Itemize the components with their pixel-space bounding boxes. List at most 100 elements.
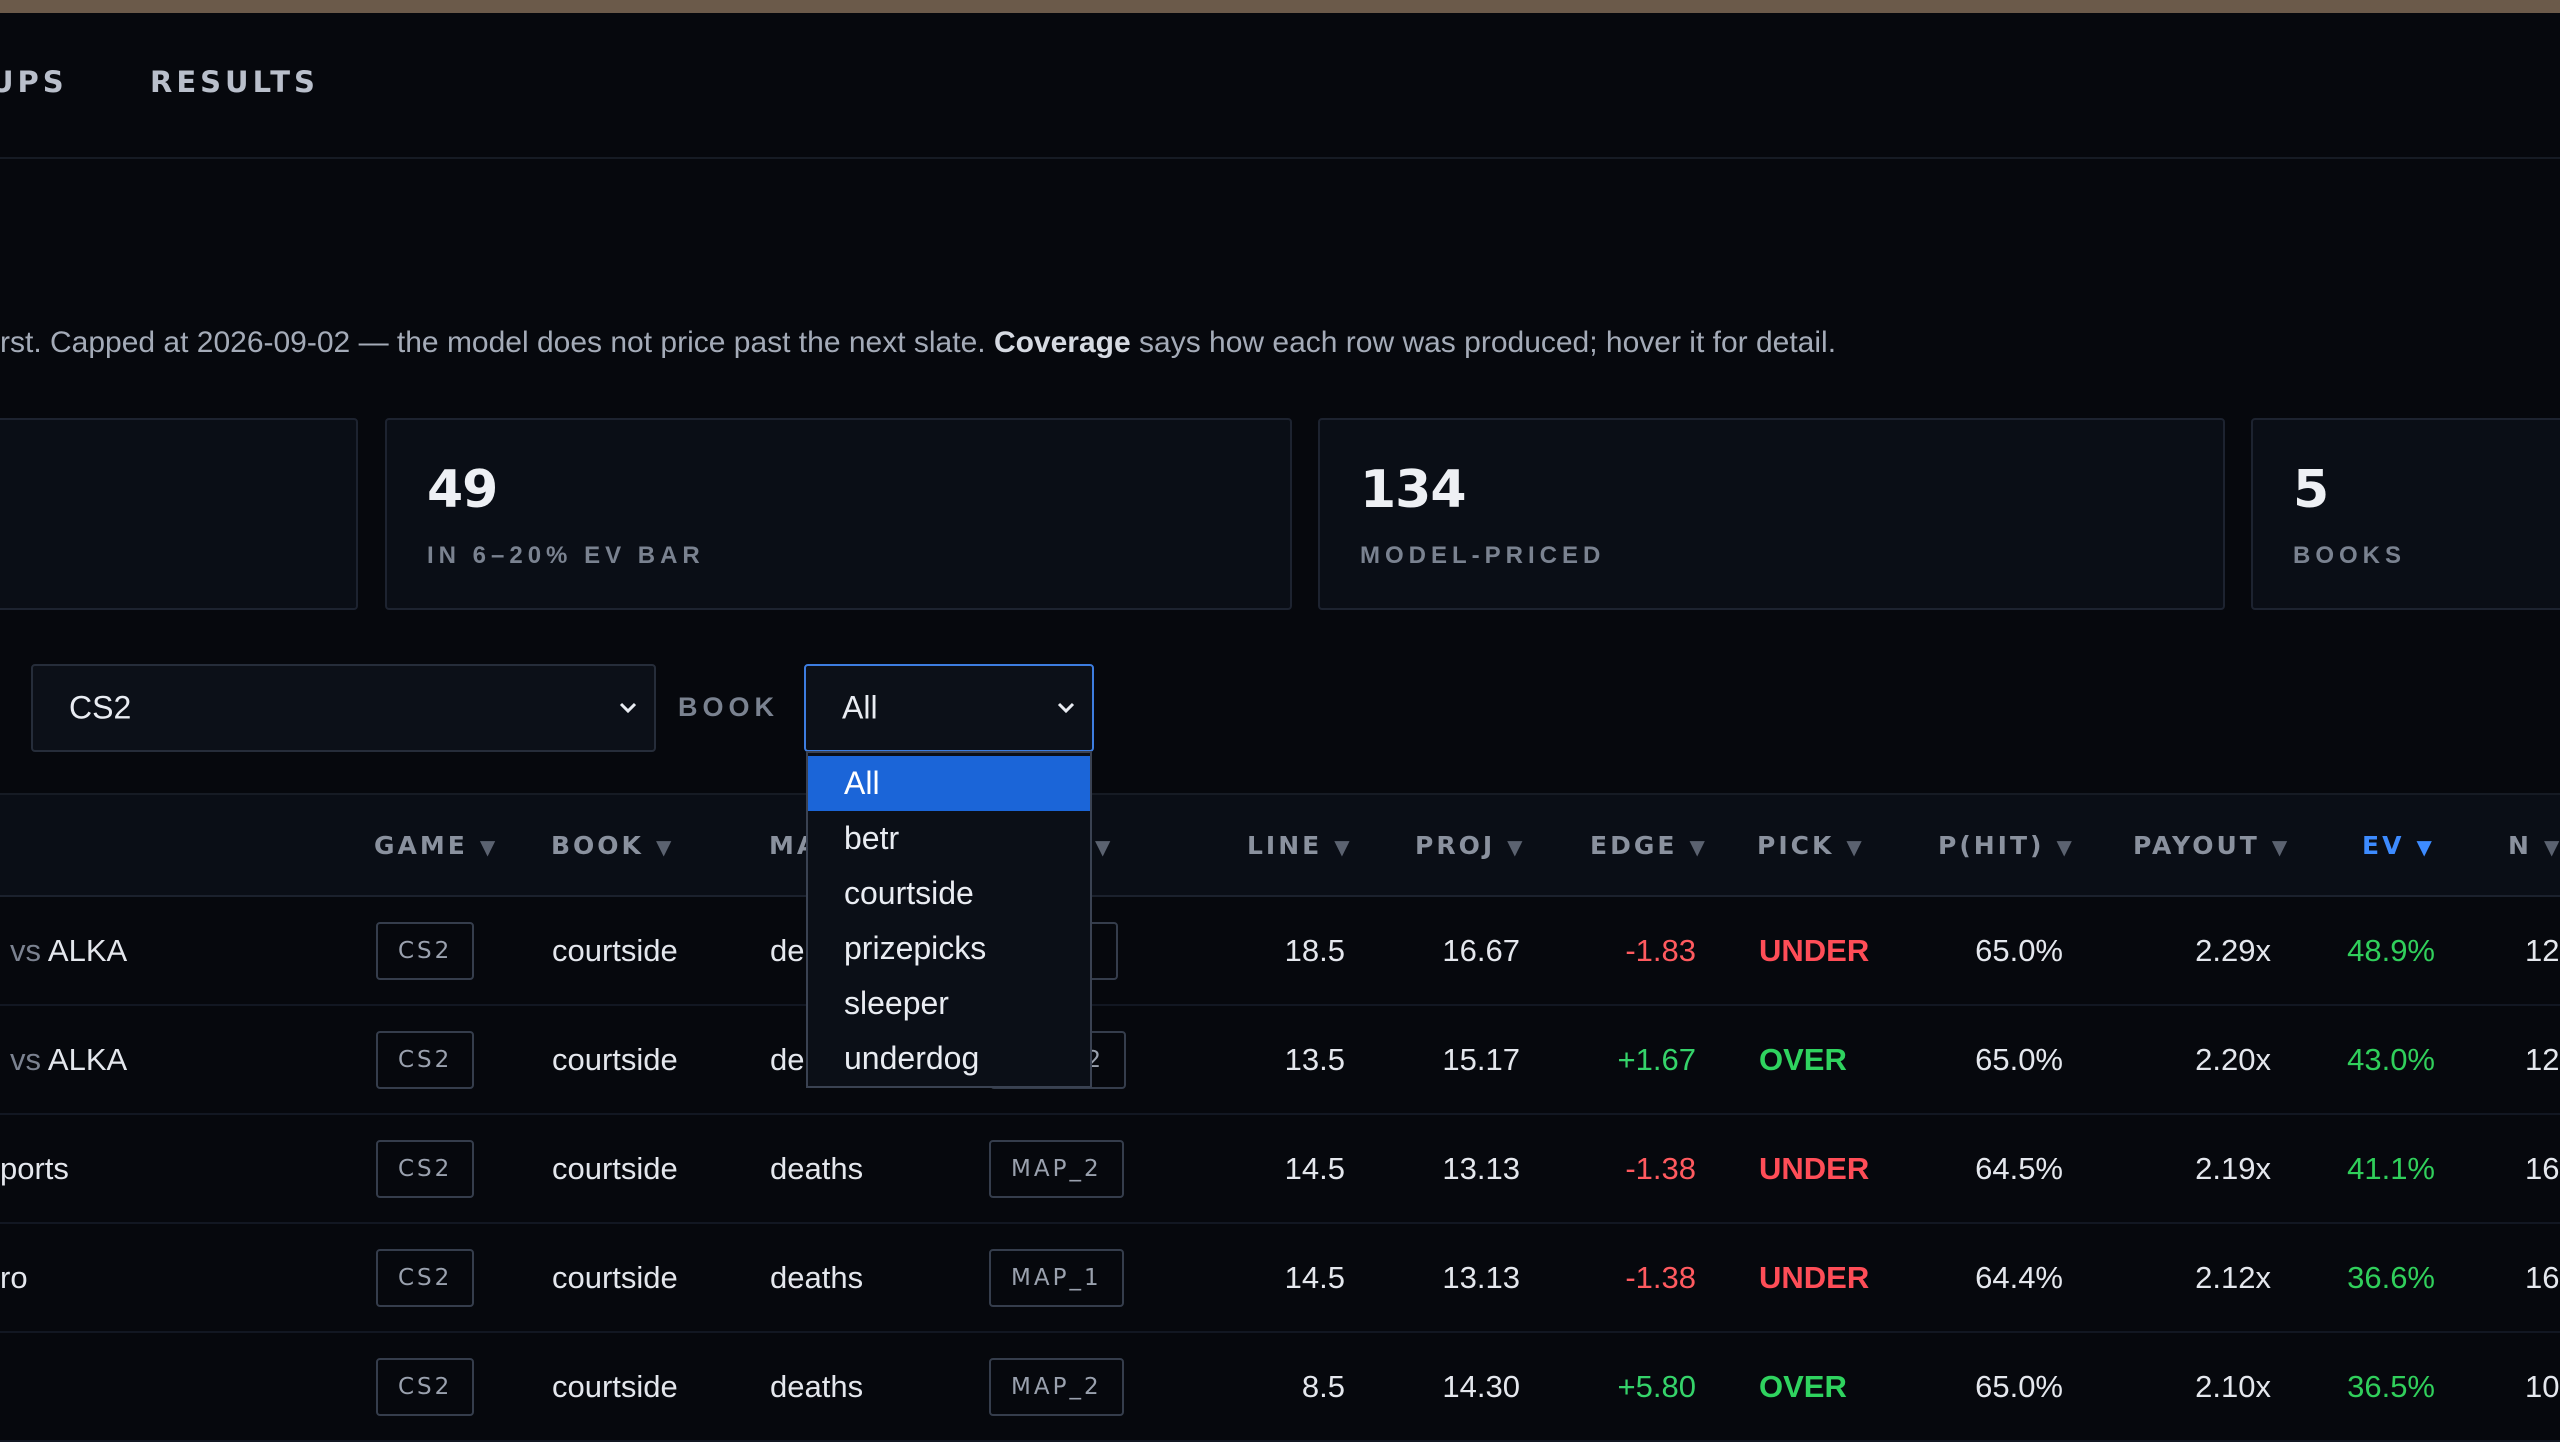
table-row[interactable]: ports CS2 courtside deaths MAP_2 14.5 13…	[0, 1115, 2560, 1224]
pick-cell: OVER	[1759, 1368, 1847, 1404]
window-top-strip	[0, 0, 2560, 13]
game-tag: CS2	[376, 1357, 475, 1416]
column-header-phit[interactable]: P(HIT) ▼	[1938, 831, 2072, 860]
proj-cell: 16.67	[1442, 932, 1520, 968]
proj-cell: 14.30	[1442, 1368, 1520, 1404]
intro-coverage-term: Coverage	[993, 326, 1131, 359]
pick-cell: OVER	[1759, 1041, 1847, 1077]
nav-item-results[interactable]: RESULTS	[150, 65, 319, 99]
pick-cell: UNDER	[1759, 932, 1870, 968]
pick-cell: UNDER	[1759, 1259, 1870, 1295]
sort-arrow-icon: ▼	[655, 835, 672, 859]
column-header-edge[interactable]: EDGE ▼	[1590, 831, 1705, 860]
sort-arrow-icon: ▼	[1334, 835, 1350, 859]
book-select[interactable]: All	[804, 664, 1094, 752]
ev-cell: 43.0%	[2347, 1041, 2435, 1077]
sort-arrow-icon: ▼	[2271, 835, 2288, 859]
table-row[interactable]: ro CS2 courtside deaths MAP_1 14.5 13.13…	[0, 1224, 2560, 1333]
book-filter-label: BOOK	[678, 692, 779, 722]
game-select-value: CS2	[69, 689, 132, 726]
scope-tag: MAP_2	[989, 1139, 1124, 1198]
book-option-underdog[interactable]: underdog	[808, 1031, 1090, 1086]
column-header-payout[interactable]: PAYOUT ▼	[2133, 831, 2287, 860]
column-header-game[interactable]: GAME ▼	[374, 831, 495, 860]
book-cell: courtside	[552, 932, 678, 968]
book-option-sleeper[interactable]: sleeper	[808, 976, 1090, 1031]
nav-item-partial[interactable]: UPS	[0, 65, 68, 99]
edge-cell: -1.38	[1625, 1150, 1696, 1186]
line-cell: 14.5	[1284, 1259, 1345, 1295]
match-cell: vs ALKA	[10, 932, 128, 968]
payout-cell: 2.12x	[2195, 1259, 2271, 1295]
pick-cell: UNDER	[1759, 1150, 1870, 1186]
edge-cell: +5.80	[1617, 1368, 1696, 1404]
market-cell: de	[770, 932, 805, 968]
n-cell: 16	[2525, 1259, 2560, 1295]
book-option-betr[interactable]: betr	[808, 811, 1090, 866]
game-tag: CS2	[376, 1248, 475, 1307]
n-cell: 12	[2525, 1041, 2560, 1077]
edge-cell: +1.67	[1617, 1041, 1696, 1077]
proj-cell: 13.13	[1442, 1259, 1520, 1295]
scope-tag: MAP_1	[989, 1248, 1124, 1307]
chevron-down-icon	[1057, 702, 1075, 714]
game-tag: CS2	[376, 1139, 475, 1198]
book-dropdown-list: All betr courtside prizepicks sleeper un…	[806, 751, 1092, 1088]
scope-tag: MAP_2	[989, 1357, 1124, 1416]
line-cell: 13.5	[1284, 1041, 1345, 1077]
book-option-courtside[interactable]: courtside	[808, 866, 1090, 921]
match-cell: ro	[0, 1259, 28, 1295]
top-nav: UPS RESULTS	[0, 13, 2560, 159]
phit-cell: 64.4%	[1975, 1259, 2063, 1295]
sort-arrow-icon: ▼	[479, 835, 496, 859]
table-row[interactable]: CS2 courtside deaths MAP_2 8.5 14.30 +5.…	[0, 1333, 2560, 1442]
column-header-ev[interactable]: EV ▼	[2362, 831, 2432, 860]
stat-value: 49	[427, 460, 498, 520]
ev-cell: 36.6%	[2347, 1259, 2435, 1295]
payout-cell: 2.20x	[2195, 1041, 2271, 1077]
stat-card-model-priced: 134 MODEL-PRICED	[1318, 418, 2225, 610]
column-header-proj[interactable]: PROJ ▼	[1415, 831, 1523, 860]
sort-arrow-icon: ▼	[2056, 835, 2072, 859]
ev-cell: 48.9%	[2347, 932, 2435, 968]
market-cell: deaths	[770, 1150, 864, 1186]
proj-cell: 13.13	[1442, 1150, 1520, 1186]
sort-arrow-icon: ▼	[1846, 835, 1862, 859]
sort-arrow-icon: ▼	[1095, 835, 1111, 859]
intro-text: rst. Capped at 2026-09-02 — the model do…	[0, 326, 1836, 360]
table-row[interactable]: vs ALKA CS2 courtside de 18.5 16.67 -1.8…	[0, 897, 2560, 1006]
ev-cell: 36.5%	[2347, 1368, 2435, 1404]
edge-cell: -1.83	[1625, 932, 1696, 968]
phit-cell: 65.0%	[1975, 1041, 2063, 1077]
game-select[interactable]: CS2	[31, 664, 656, 752]
n-cell: 10	[2525, 1368, 2560, 1404]
book-cell: courtside	[552, 1259, 678, 1295]
line-cell: 8.5	[1301, 1368, 1345, 1404]
stat-label: IN 6–20% EV BAR	[427, 542, 705, 569]
ev-cell: 41.1%	[2347, 1150, 2435, 1186]
payout-cell: 2.29x	[2195, 932, 2271, 968]
table-row[interactable]: vs ALKA CS2 courtside de 2 13.5 15.17 +1…	[0, 1006, 2560, 1115]
payout-cell: 2.19x	[2195, 1150, 2271, 1186]
n-cell: 12	[2525, 932, 2560, 968]
stat-card-ev-bar: 49 IN 6–20% EV BAR	[385, 418, 1292, 610]
column-header-pick[interactable]: PICK ▼	[1757, 831, 1862, 860]
market-cell: de	[770, 1041, 805, 1077]
book-cell: courtside	[552, 1041, 678, 1077]
book-option-prizepicks[interactable]: prizepicks	[808, 921, 1090, 976]
match-cell: ports	[0, 1150, 69, 1186]
sort-arrow-icon: ▼	[1507, 835, 1523, 859]
market-cell: deaths	[770, 1368, 864, 1404]
book-select-value: All	[842, 689, 878, 726]
stat-value: 134	[1360, 460, 1467, 520]
column-header-book[interactable]: BOOK ▼	[551, 831, 671, 860]
book-cell: courtside	[552, 1368, 678, 1404]
phit-cell: 65.0%	[1975, 1368, 2063, 1404]
line-cell: 14.5	[1284, 1150, 1345, 1186]
column-header-line[interactable]: LINE ▼	[1247, 831, 1350, 860]
game-tag: CS2	[376, 921, 475, 980]
n-cell: 16	[2525, 1150, 2560, 1186]
book-option-all[interactable]: All	[808, 756, 1090, 811]
sort-arrow-icon: ▼	[2543, 835, 2560, 859]
column-header-n[interactable]: N ▼	[2508, 831, 2559, 860]
